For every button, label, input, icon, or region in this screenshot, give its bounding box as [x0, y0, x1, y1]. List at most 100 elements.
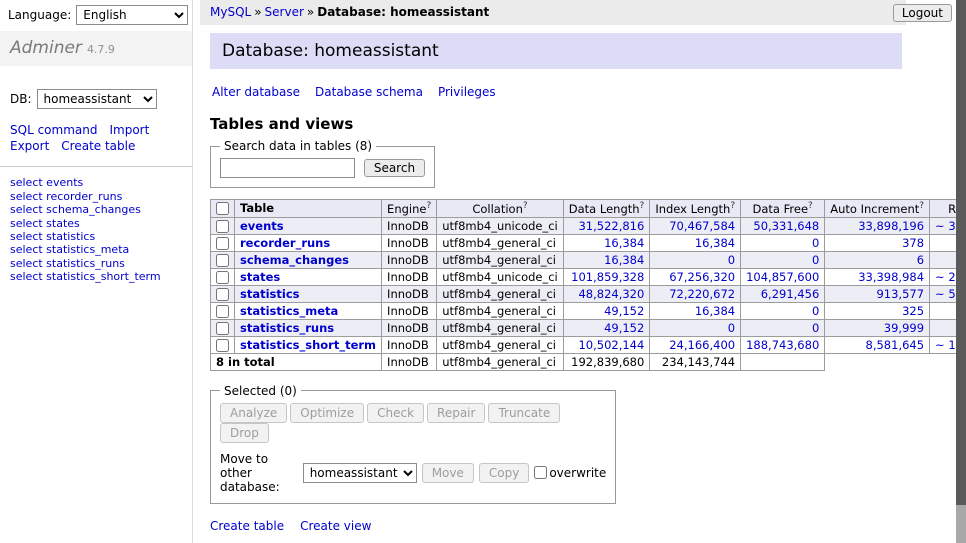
alter-database-link[interactable]: Alter database: [212, 85, 300, 99]
sql-command-link[interactable]: SQL command: [10, 123, 97, 137]
scrollbar-track[interactable]: [956, 0, 966, 543]
col-header-collation: Collation?: [437, 200, 564, 218]
sidebar-table-link-item: select statistics_runs: [10, 257, 182, 270]
row-select-cell: [211, 251, 235, 268]
col-header-label: Engine: [387, 202, 426, 216]
col-header-label: Data Length: [569, 202, 640, 216]
sidebar-link-select-statistics_short_term[interactable]: select statistics_short_term: [10, 270, 161, 283]
help-link-icon[interactable]: ?: [808, 201, 813, 211]
move-db-select[interactable]: homeassistant: [303, 463, 417, 483]
table-link-schema_changes[interactable]: schema_changes: [240, 253, 349, 267]
row-checkbox-statistics_short_term[interactable]: [216, 339, 229, 352]
export-link[interactable]: Export: [10, 139, 49, 153]
sidebar-table-link-item: select statistics_meta: [10, 243, 182, 256]
engine-cell: InnoDB: [382, 268, 437, 285]
search-button[interactable]: Search: [364, 159, 425, 177]
table-link-statistics[interactable]: statistics: [240, 287, 300, 301]
check-button[interactable]: Check: [367, 403, 424, 423]
row-checkbox-statistics_meta[interactable]: [216, 305, 229, 318]
truncate-button[interactable]: Truncate: [488, 403, 560, 423]
breadcrumb-server-link[interactable]: Server: [265, 5, 304, 19]
help-link-icon[interactable]: ?: [730, 201, 735, 211]
app-logo[interactable]: Adminer: [10, 38, 82, 58]
analyze-button[interactable]: Analyze: [220, 403, 287, 423]
sidebar-link-select-schema_changes[interactable]: select schema_changes: [10, 203, 141, 216]
table-row-statistics_runs: statistics_runsInnoDButf8mb4_general_ci4…: [211, 319, 966, 336]
row-select-cell: [211, 234, 235, 251]
sidebar-table-link-item: select recorder_runs: [10, 190, 182, 203]
overwrite-checkbox[interactable]: [534, 466, 547, 479]
logout-button[interactable]: Logout: [893, 4, 952, 22]
sidebar-link-select-statistics[interactable]: select statistics: [10, 230, 95, 243]
data-free-cell: 6,291,456: [741, 285, 825, 302]
col-header-auto-increment: Auto Increment?: [825, 200, 930, 218]
collation-cell: utf8mb4_general_ci: [437, 285, 564, 302]
sidebar-links: SQL command Import Export Create table: [0, 122, 192, 167]
logout-wrap: Logout: [893, 4, 952, 22]
data-length-cell: 31,522,816: [563, 217, 650, 234]
auto-increment-cell: 8,581,645: [825, 336, 930, 353]
table-link-statistics_meta[interactable]: statistics_meta: [240, 304, 338, 318]
row-select-cell: [211, 302, 235, 319]
col-header-table: Table: [235, 200, 382, 218]
drop-button[interactable]: Drop: [220, 423, 269, 443]
row-checkbox-statistics[interactable]: [216, 288, 229, 301]
db-actions: Alter database Database schema Privileges: [212, 85, 900, 99]
create-table-link[interactable]: Create table: [61, 139, 135, 153]
collation-cell: utf8mb4_general_ci: [437, 336, 564, 353]
help-link-icon[interactable]: ?: [426, 201, 431, 211]
db-selector-row: DB: homeassistant: [10, 89, 182, 109]
index-length-cell: 70,467,584: [650, 217, 741, 234]
help-link-icon[interactable]: ?: [640, 201, 645, 211]
row-checkbox-events[interactable]: [216, 220, 229, 233]
table-link-statistics_short_term[interactable]: statistics_short_term: [240, 338, 376, 352]
db-select[interactable]: homeassistant: [37, 89, 157, 109]
data-length-cell: 48,824,320: [563, 285, 650, 302]
table-link-events[interactable]: events: [240, 219, 284, 233]
scrollbar-thumb[interactable]: [956, 0, 966, 505]
help-link-icon[interactable]: ?: [919, 201, 924, 211]
search-input[interactable]: [220, 158, 355, 178]
table-link-statistics_runs[interactable]: statistics_runs: [240, 321, 334, 335]
row-select-cell: [211, 319, 235, 336]
sidebar-link-select-events[interactable]: select events: [10, 176, 83, 189]
table-link-states[interactable]: states: [240, 270, 280, 284]
row-checkbox-statistics_runs[interactable]: [216, 322, 229, 335]
engine-cell: InnoDB: [382, 302, 437, 319]
row-checkbox-recorder_runs[interactable]: [216, 237, 229, 250]
collation-cell: utf8mb4_unicode_ci: [437, 268, 564, 285]
data-free-cell: 104,857,600: [741, 268, 825, 285]
table-link-recorder_runs[interactable]: recorder_runs: [240, 236, 330, 250]
main-content: Database: homeassistant Alter databaseDa…: [210, 33, 902, 543]
data-length-cell: 16,384: [563, 251, 650, 268]
breadcrumb-mysql-link[interactable]: MySQL: [210, 5, 251, 19]
privileges-link[interactable]: Privileges: [438, 85, 496, 99]
collation-cell: utf8mb4_unicode_ci: [437, 217, 564, 234]
move-button[interactable]: Move: [422, 463, 474, 483]
col-header-data-length: Data Length?: [563, 200, 650, 218]
repair-button[interactable]: Repair: [427, 403, 485, 423]
create-table-link-main[interactable]: Create table: [210, 519, 284, 533]
total-data-free-cell: [741, 353, 825, 370]
db-label: DB:: [10, 92, 32, 106]
database-schema-link[interactable]: Database schema: [315, 85, 423, 99]
auto-increment-cell: 913,577: [825, 285, 930, 302]
data-length-cell: 49,152: [563, 319, 650, 336]
import-link[interactable]: Import: [109, 123, 149, 137]
select-all-checkbox[interactable]: [216, 202, 229, 215]
sidebar-link-select-states[interactable]: select states: [10, 217, 80, 230]
optimize-button[interactable]: Optimize: [290, 403, 364, 423]
copy-button[interactable]: Copy: [479, 463, 529, 483]
sidebar-link-select-statistics_runs[interactable]: select statistics_runs: [10, 257, 125, 270]
help-link-icon[interactable]: ?: [523, 201, 528, 211]
create-view-link[interactable]: Create view: [300, 519, 371, 533]
collation-cell: utf8mb4_general_ci: [437, 251, 564, 268]
sidebar-link-select-statistics_meta[interactable]: select statistics_meta: [10, 243, 129, 256]
row-checkbox-schema_changes[interactable]: [216, 254, 229, 267]
sidebar-link-select-recorder_runs[interactable]: select recorder_runs: [10, 190, 122, 203]
row-select-cell: [211, 336, 235, 353]
row-checkbox-states[interactable]: [216, 271, 229, 284]
adminer-screen: Language:English MySQL»Server»Database: …: [0, 0, 966, 543]
data-length-cell: 101,859,328: [563, 268, 650, 285]
auto-increment-cell: 325: [825, 302, 930, 319]
